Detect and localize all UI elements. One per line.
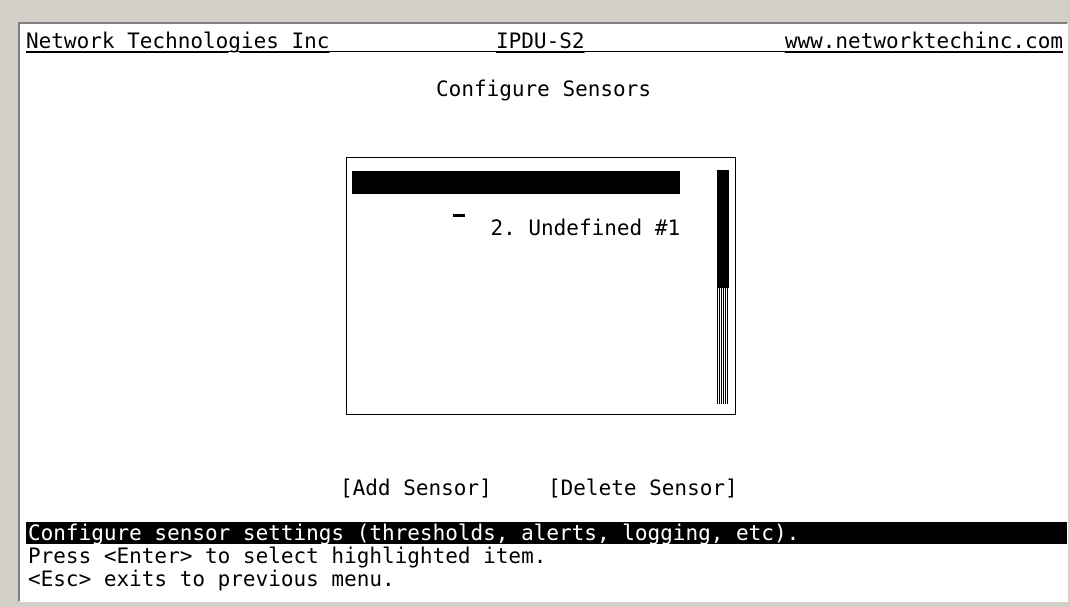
delete-sensor-button[interactable]: [Delete Sensor] — [548, 475, 738, 501]
add-sensor-button[interactable]: [Add Sensor] — [340, 475, 492, 501]
header-divider — [26, 51, 1063, 52]
sensor-listbox[interactable]: 1. Undefined #1 2. Undefined #1 — [346, 157, 736, 415]
help-esc-text: <Esc> exits to previous menu. — [28, 567, 395, 591]
status-bar: Configure sensor settings (thresholds, a… — [26, 522, 1067, 544]
help-enter-text: Press <Enter> to select highlighted item… — [28, 544, 547, 568]
scrollbar-thumb[interactable] — [717, 170, 729, 288]
window-frame: Network Technologies Inc IPDU-S2 www.net… — [0, 0, 1070, 607]
sensor-list-item-label: 2. Undefined #1 — [490, 216, 681, 240]
terminal-screen: Network Technologies Inc IPDU-S2 www.net… — [18, 22, 1068, 602]
sensor-list-item[interactable]: 1. Undefined #1 — [352, 171, 681, 217]
sensor-list-item[interactable]: 2. Undefined #1 — [352, 194, 680, 240]
page-title: Configure Sensors — [436, 77, 651, 101]
